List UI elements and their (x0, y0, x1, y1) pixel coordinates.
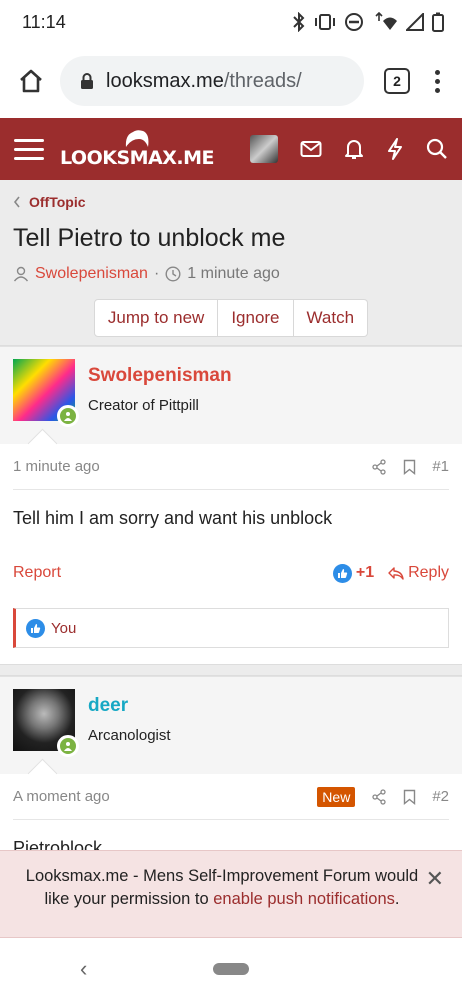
url-text: looksmax.me/threads/ (106, 70, 302, 93)
page-title: Tell Pietro to unblock me (13, 224, 286, 252)
post-number[interactable]: #2 (432, 788, 449, 805)
battery-icon (432, 12, 444, 32)
bluetooth-icon (293, 12, 305, 32)
post-user-block: deer Arcanologist (0, 676, 462, 774)
like-count[interactable]: +1 (332, 563, 375, 583)
address-bar[interactable]: looksmax.me/threads/ (60, 56, 364, 106)
breadcrumb[interactable]: OffTopic (13, 194, 449, 210)
wifi-icon (375, 12, 397, 30)
mail-icon[interactable] (300, 140, 322, 158)
user-avatar[interactable] (250, 135, 278, 163)
thread-time[interactable]: 1 minute ago (187, 265, 280, 283)
post-user-block: Swolepenisman Creator of Pittpill (0, 346, 462, 444)
thread-actions: Jump to new Ignore Watch (13, 299, 449, 337)
post-number[interactable]: #1 (432, 458, 449, 475)
reactions-bar[interactable]: You (13, 608, 449, 648)
header-icons (250, 135, 448, 163)
post-text: Tell him I am sorry and want his unblock (13, 508, 333, 528)
chevron-left-icon (13, 196, 20, 208)
post-body: 1 minute ago #1 Tell him I am sorry and … (0, 444, 462, 648)
avatar[interactable] (13, 359, 79, 427)
lock-icon (81, 73, 93, 89)
home-icon (20, 69, 42, 93)
status-time: 11:14 (22, 11, 66, 32)
thumbs-up-icon (332, 563, 352, 583)
url-host: looksmax.me (106, 69, 224, 92)
jump-to-new-button[interactable]: Jump to new (93, 299, 219, 337)
reply-label: Reply (408, 564, 449, 581)
thread-meta: Swolepenisman · 1 minute ago (13, 265, 449, 283)
user-icon (13, 266, 29, 282)
vibrate-icon (315, 14, 335, 30)
hair-logo-icon (125, 130, 149, 147)
post-time[interactable]: A moment ago (13, 788, 110, 805)
system-nav-bar: ‹ (0, 938, 462, 1000)
post-user-title: Creator of Pittpill (88, 397, 199, 414)
ignore-button[interactable]: Ignore (218, 299, 294, 337)
post-user-title: Arcanologist (88, 727, 171, 744)
reply-button[interactable]: Reply (388, 564, 449, 582)
thread-author-link[interactable]: Swolepenisman (35, 265, 148, 283)
post-actions: Report +1 Reply (13, 550, 449, 596)
lightning-icon[interactable] (386, 138, 404, 160)
bookmark-icon[interactable] (403, 459, 416, 475)
status-bar: 11:14 (0, 0, 462, 44)
push-notice-end: . (394, 890, 400, 908)
push-notification-notice: Looksmax.me - Mens Self-Improvement Foru… (0, 850, 462, 938)
post-meta: 1 minute ago #1 (13, 444, 449, 490)
browser-toolbar: looksmax.me/threads/ 2 (0, 44, 462, 118)
hamburger-menu-icon[interactable] (14, 138, 44, 160)
home-button[interactable] (14, 64, 48, 98)
back-icon[interactable]: ‹ (80, 956, 87, 982)
post-meta: A moment ago New #2 (13, 774, 449, 820)
url-path: /threads/ (223, 69, 302, 92)
watch-button[interactable]: Watch (293, 299, 369, 337)
home-pill[interactable] (213, 963, 249, 975)
post-username[interactable]: Swolepenisman (88, 365, 232, 387)
bookmark-icon[interactable] (403, 789, 416, 805)
tab-switcher-button[interactable]: 2 (384, 68, 410, 94)
online-status-icon (57, 405, 79, 427)
status-icons (292, 12, 444, 32)
post-divider (0, 664, 462, 676)
online-status-icon (57, 735, 79, 757)
post-username[interactable]: deer (88, 695, 171, 717)
meta-separator: · (153, 265, 160, 282)
thread-header: OffTopic Tell Pietro to unblock me Swole… (0, 180, 462, 346)
breadcrumb-label[interactable]: OffTopic (29, 194, 86, 210)
logo-text: LOOKSMAX.ME (60, 147, 215, 169)
site-logo[interactable]: LOOKSMAX.ME (60, 129, 215, 169)
site-header: LOOKSMAX.ME (0, 118, 462, 180)
search-icon[interactable] (426, 138, 448, 160)
bell-icon[interactable] (344, 138, 364, 160)
enable-push-link[interactable]: enable push notifications (213, 890, 395, 908)
avatar[interactable] (13, 689, 79, 757)
likes-value: +1 (355, 564, 375, 581)
new-badge: New (317, 786, 356, 807)
report-link[interactable]: Report (13, 564, 61, 582)
dnd-icon (345, 13, 363, 31)
reactions-text: You (51, 619, 77, 637)
post-time[interactable]: 1 minute ago (13, 458, 100, 475)
share-icon[interactable] (371, 458, 387, 475)
thumbs-up-icon (26, 618, 45, 638)
share-icon[interactable] (371, 788, 387, 805)
cell-signal-icon (406, 13, 424, 31)
reply-icon (388, 566, 404, 580)
close-icon[interactable]: ✕ (426, 867, 444, 890)
browser-menu-button[interactable] (422, 69, 452, 93)
clock-icon (165, 266, 181, 282)
